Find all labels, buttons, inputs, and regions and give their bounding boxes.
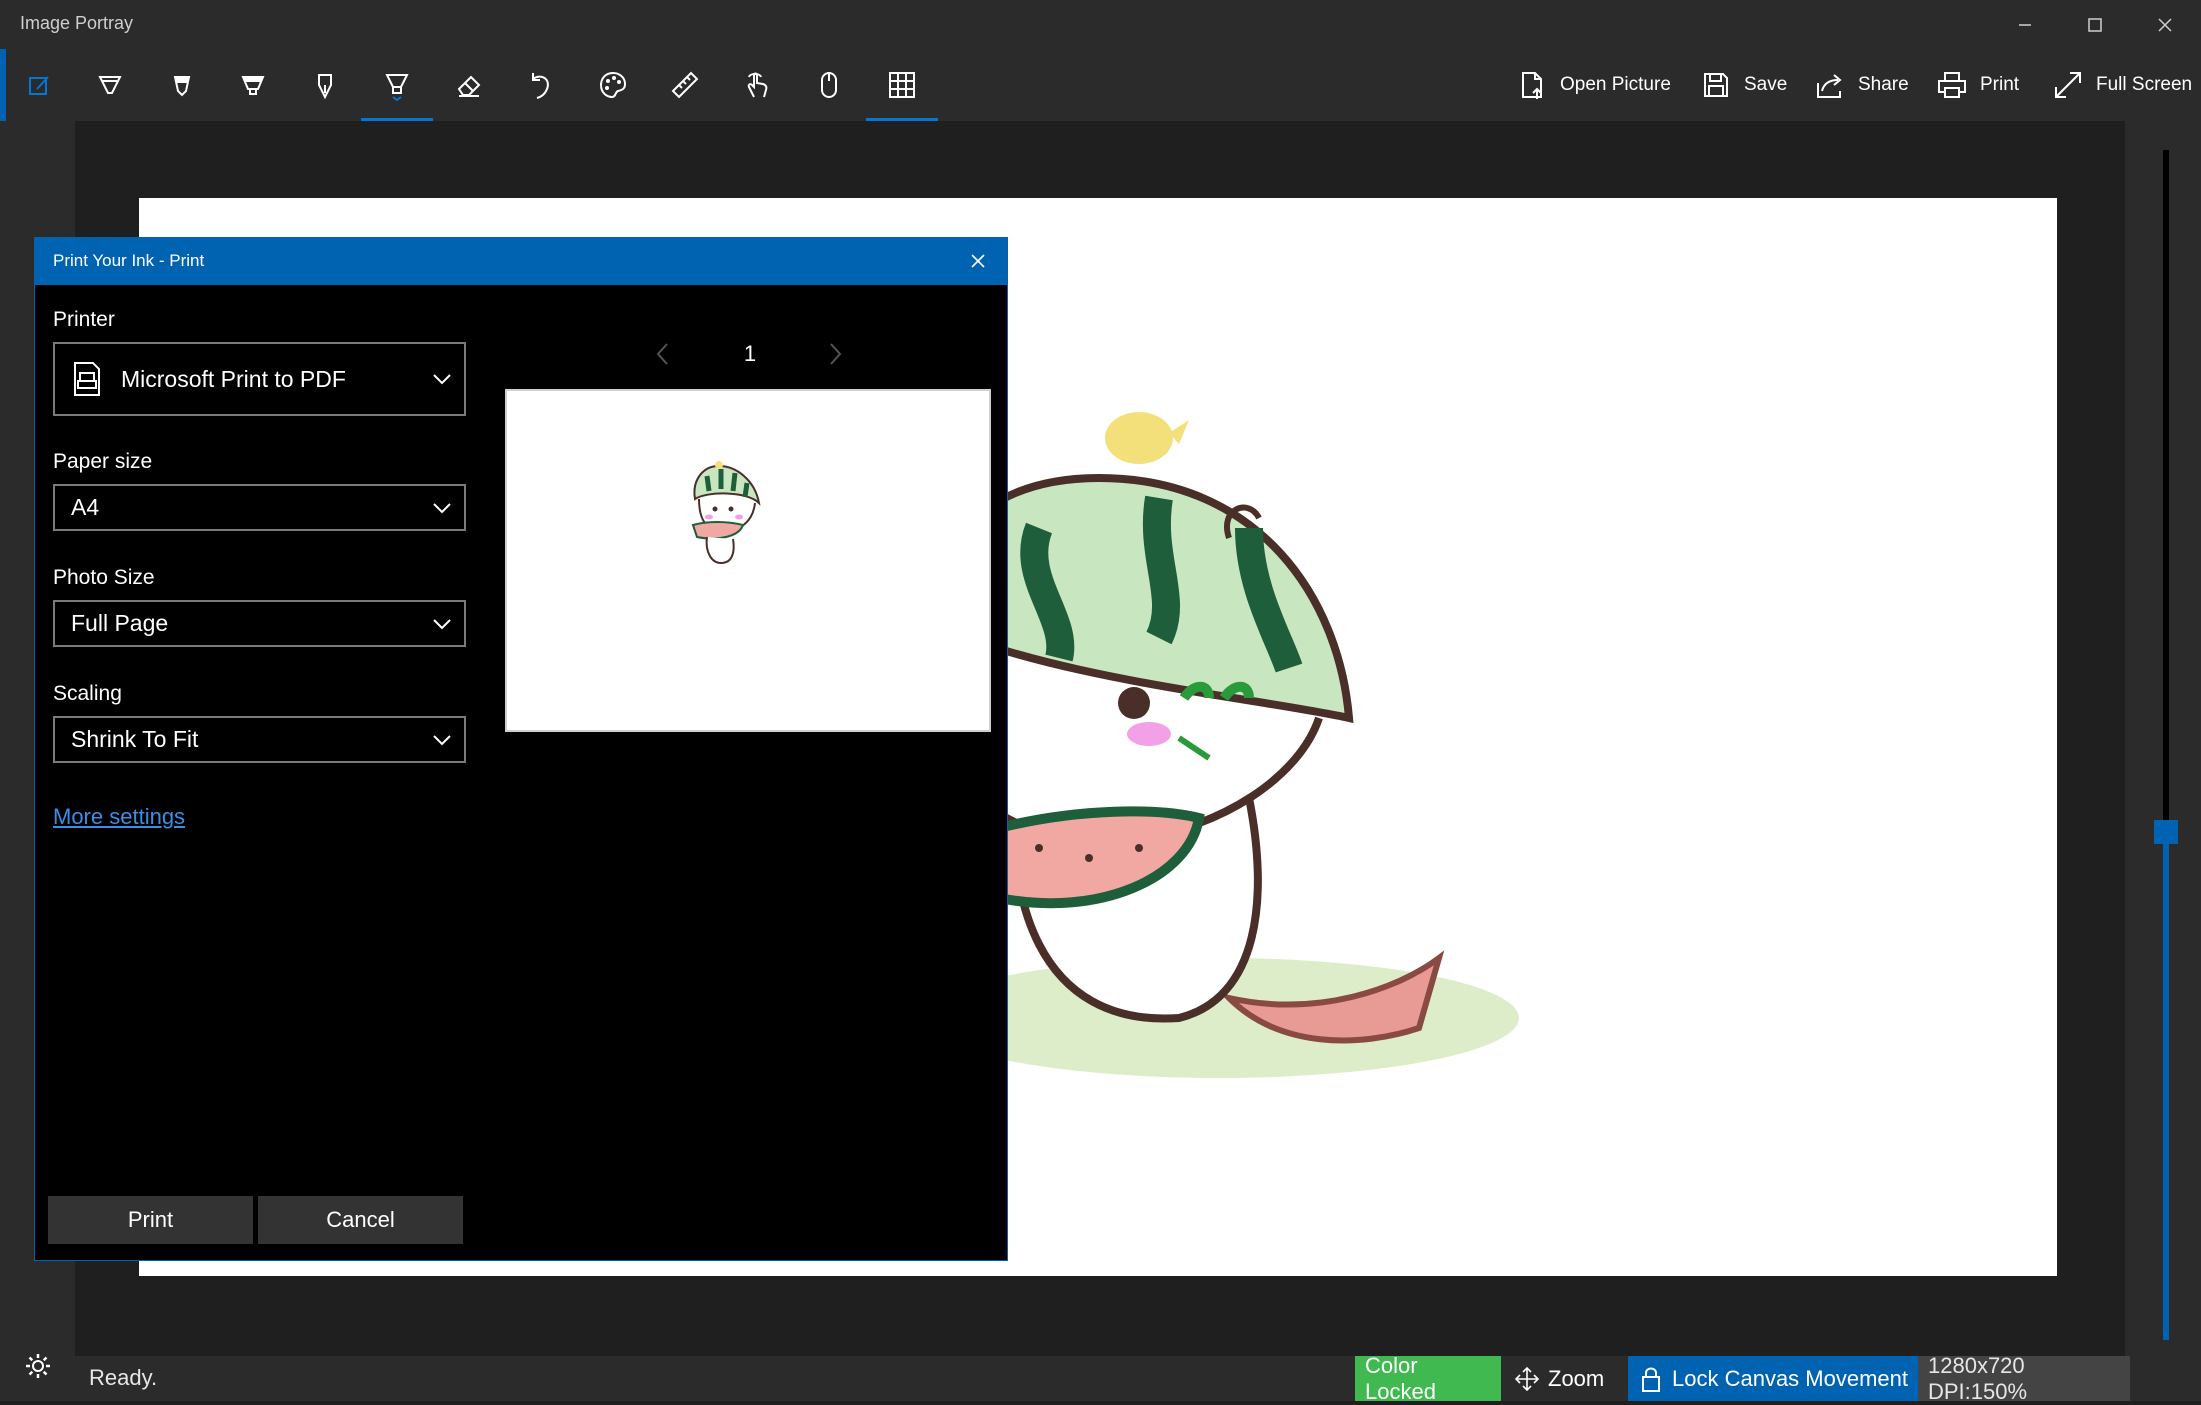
ruler-button[interactable] (649, 49, 721, 121)
color-locked-label: Color Locked (1365, 1352, 1436, 1404)
pencil-tool[interactable] (146, 49, 218, 121)
share-icon (1817, 74, 1842, 98)
full-screen-button[interactable]: Full Screen (2052, 49, 2192, 121)
maximize-icon (2088, 17, 2102, 32)
printer-label: Printer (53, 308, 115, 331)
full-screen-icon (2055, 72, 2081, 98)
highlighter-icon (241, 76, 265, 95)
dialog-title-bar: Print Your Ink - Print (35, 238, 1007, 285)
touch-writing-icon (747, 72, 768, 98)
save-icon (1704, 73, 1728, 97)
dialog-cancel-button[interactable]: Cancel (258, 1196, 463, 1244)
full-screen-label: Full Screen (2096, 74, 2193, 95)
maximize-button[interactable] (2060, 0, 2130, 49)
calligraphy-pen-icon (318, 74, 332, 100)
ballpoint-pen-icon (98, 76, 122, 94)
toolbar: Open Picture Save Share Print Full Scree… (0, 49, 2201, 121)
page-number: 1 (743, 341, 757, 366)
printer-icon (1938, 72, 1966, 98)
grid-button[interactable] (866, 49, 938, 121)
print-label: Print (1980, 74, 2020, 95)
dialog-close-button[interactable] (963, 246, 993, 276)
zoom-label: Zoom (1548, 1365, 1605, 1391)
print-button[interactable]: Print (1936, 49, 2019, 121)
photo-size-value: Full Page (71, 610, 169, 636)
title-bar: Image Portray (0, 0, 2201, 49)
paper-size-value: A4 (71, 494, 100, 520)
marker-pen-tool[interactable] (361, 49, 433, 121)
dimensions-label: 1280x720 DPI:150% (1928, 1352, 2028, 1404)
printer-value: Microsoft Print to PDF (121, 365, 346, 392)
marker-pen-icon (385, 74, 409, 101)
next-page-button[interactable] (825, 341, 845, 367)
dialog-title: Print Your Ink - Print (53, 251, 205, 270)
photo-size-label: Photo Size (53, 566, 155, 589)
calligraphy-pen-tool[interactable] (289, 49, 361, 121)
app-title: Image Portray (20, 13, 134, 33)
open-picture-label: Open Picture (1560, 74, 1671, 95)
undo-button[interactable] (505, 49, 577, 121)
close-icon (971, 254, 985, 268)
lock-icon (1642, 1367, 1660, 1392)
paper-size-select[interactable]: A4 (53, 484, 466, 531)
share-button[interactable]: Share (1814, 49, 1909, 121)
chevron-down-icon (433, 734, 451, 745)
open-file-icon (1522, 72, 1542, 99)
zoom-slider-fill (2163, 825, 2169, 1340)
edit-toggle-button[interactable] (3, 49, 75, 121)
preview-thumbnail (691, 461, 761, 565)
photo-size-select[interactable]: Full Page (53, 600, 466, 647)
mouse-icon (821, 72, 837, 98)
dialog-print-button[interactable]: Print (48, 1196, 253, 1244)
grid-icon (889, 72, 915, 98)
color-locked-toggle[interactable]: Color Locked (1355, 1353, 1501, 1404)
print-dialog: Print Your Ink - Print Printer Microsoft… (34, 237, 1008, 1261)
chevron-down-icon (433, 374, 451, 385)
lock-canvas-toggle[interactable]: Lock Canvas Movement (1628, 1356, 1918, 1401)
ruler-icon (671, 71, 699, 99)
chevron-down-icon (433, 502, 451, 513)
canvas-dimensions: 1280x720 DPI:150% (1918, 1353, 2130, 1404)
paper-size-label: Paper size (53, 450, 153, 473)
pencil-icon (173, 76, 191, 97)
more-settings-link[interactable]: More settings (53, 804, 185, 830)
settings-gear-icon[interactable] (22, 1350, 54, 1382)
share-label: Share (1858, 74, 1909, 95)
scaling-value: Shrink To Fit (71, 726, 199, 752)
printer-device-icon (74, 362, 100, 396)
lock-canvas-label: Lock Canvas Movement (1672, 1365, 1908, 1391)
palette-button[interactable] (577, 49, 649, 121)
move-arrows-icon (1514, 1366, 1540, 1391)
mouse-input-button[interactable] (793, 49, 865, 121)
save-label: Save (1744, 74, 1788, 95)
eraser-icon (457, 75, 481, 97)
ballpoint-pen-tool[interactable] (74, 49, 146, 121)
close-icon (2158, 17, 2172, 32)
print-preview (505, 389, 991, 732)
touch-writing-button[interactable] (721, 49, 793, 121)
printer-select[interactable]: Microsoft Print to PDF (53, 342, 466, 416)
status-bar: Ready. Color Locked Zoom Lock Canvas Mov… (75, 1353, 2201, 1404)
eraser-tool[interactable] (433, 49, 505, 121)
highlighter-tool[interactable] (217, 49, 289, 121)
undo-icon (532, 73, 549, 99)
chevron-down-icon (433, 618, 451, 629)
scaling-select[interactable]: Shrink To Fit (53, 716, 466, 763)
status-text: Ready. (89, 1365, 158, 1390)
zoom-slider-thumb[interactable] (2154, 820, 2178, 844)
open-picture-button[interactable]: Open Picture (1516, 49, 1671, 121)
previous-page-button[interactable] (653, 341, 673, 367)
zoom-button[interactable]: Zoom (1504, 1356, 1625, 1401)
edit-toggle-icon (29, 76, 49, 95)
close-window-button[interactable] (2130, 0, 2200, 49)
save-button[interactable]: Save (1700, 49, 1787, 121)
minimize-icon (2019, 23, 2031, 26)
palette-icon (599, 71, 627, 99)
minimize-button[interactable] (1990, 0, 2060, 49)
scaling-label: Scaling (53, 682, 122, 705)
